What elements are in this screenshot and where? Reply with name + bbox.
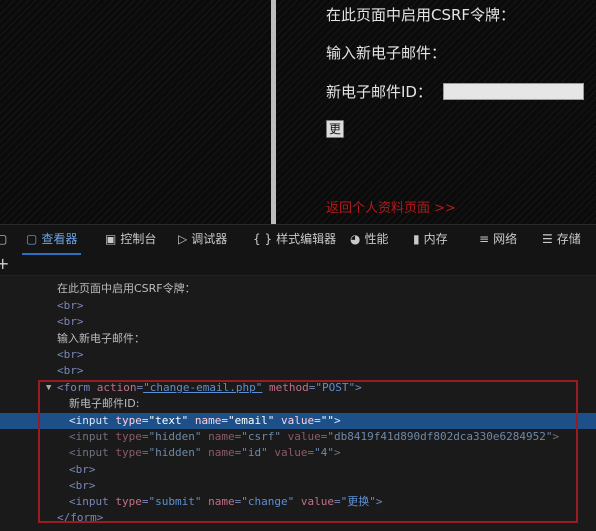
br-tag: <br> <box>57 315 84 328</box>
input-tag: <input type="text" name="email" value=""… <box>69 414 341 427</box>
input-tag: <input type="hidden" name="csrf" value="… <box>69 430 560 443</box>
tab-label: 控制台 <box>120 232 157 246</box>
input-tag: <input type="hidden" name="id" value="4"… <box>69 446 341 459</box>
input-tag: <input type="submit" name="change" value… <box>69 495 383 508</box>
expand-twisty-icon[interactable]: ▼ <box>46 380 51 396</box>
email-id-label: 新电子邮件ID： <box>326 83 432 101</box>
input-email-line[interactable]: <input type="text" name="email" value=""… <box>0 413 596 429</box>
tab-label: 性能 <box>364 232 389 246</box>
markup-line[interactable]: <br> <box>0 347 596 363</box>
network-icon: ≡ <box>479 232 490 246</box>
markup-line[interactable]: <br> <box>0 462 596 478</box>
markup-line[interactable]: 新电子邮件ID: <box>0 396 596 412</box>
page-divider <box>271 0 276 224</box>
tab-memory[interactable]: ▮ 内存 <box>413 225 448 255</box>
tab-storage[interactable]: ☰ 存储 <box>542 225 581 255</box>
tab-performance[interactable]: ◕ 性能 <box>350 225 389 255</box>
br-tag: <br> <box>69 479 96 492</box>
text-node: 新电子邮件ID: <box>69 397 140 410</box>
performance-icon: ◕ <box>350 232 361 246</box>
partial-icon: ▢ <box>0 232 8 246</box>
tab-inspector[interactable]: ▢ 查看器 <box>21 225 82 255</box>
input-submit-line[interactable]: <input type="submit" name="change" value… <box>0 494 596 510</box>
style-editor-icon: { } <box>253 232 273 246</box>
tab-label: 网络 <box>493 232 518 246</box>
markup-line[interactable]: 在此页面中启用CSRF令牌： <box>0 281 596 297</box>
add-node-icon[interactable]: + <box>0 255 9 273</box>
tab-label: 样式编辑器 <box>276 232 337 246</box>
form-tag: <form action="change-email.php" method="… <box>57 381 362 394</box>
markup-line[interactable]: <br> <box>0 298 596 314</box>
markup-line[interactable]: <br> <box>0 478 596 494</box>
devtools-toolbar: ▢ ▢ 查看器 ▣ 控制台 ▷ 调试器 { } 样式编辑器 ◕ 性能 ▮ 内存 ≡ 网络 ☰ 存… <box>0 224 596 256</box>
br-tag: <br> <box>57 348 84 361</box>
br-tag: <br> <box>57 299 84 312</box>
storage-icon: ☰ <box>542 232 553 246</box>
tab-label: 内存 <box>423 232 448 246</box>
tab-partial[interactable]: ▢ <box>0 225 7 255</box>
tab-label: 调试器 <box>191 232 228 246</box>
markup-line[interactable]: <br> <box>0 314 596 330</box>
back-to-profile-link[interactable]: 返回个人资料页面 >> <box>326 197 456 216</box>
tab-console[interactable]: ▣ 控制台 <box>105 225 156 255</box>
form-open-line[interactable]: ▼ <form action="change-email.php" method… <box>0 380 596 396</box>
tab-debugger[interactable]: ▷ 调试器 <box>178 225 227 255</box>
form-close-tag: </form> <box>57 511 104 524</box>
tab-label: 查看器 <box>41 232 78 246</box>
debugger-icon: ▷ <box>178 232 188 246</box>
markup-pane: 在此页面中启用CSRF令牌： <br> <br> 输入新电子邮件： <br> <… <box>0 276 596 531</box>
br-tag: <br> <box>57 364 84 377</box>
input-id-line[interactable]: <input type="hidden" name="id" value="4"… <box>0 445 596 461</box>
csrf-heading: 在此页面中启用CSRF令牌： <box>326 6 516 24</box>
input-csrf-line[interactable]: <input type="hidden" name="csrf" value="… <box>0 429 596 445</box>
change-button[interactable]: 更换 <box>326 120 345 152</box>
email-input[interactable] <box>443 83 584 100</box>
console-icon: ▣ <box>105 232 117 246</box>
tab-style-editor[interactable]: { } 样式编辑器 <box>253 225 336 255</box>
devtools-subbar: + <box>0 255 596 276</box>
memory-icon: ▮ <box>413 232 420 246</box>
page-viewport: 在此页面中启用CSRF令牌： 输入新电子邮件： 新电子邮件ID： 更换 返回个人… <box>0 0 596 224</box>
form-close-line[interactable]: </form> <box>0 510 596 526</box>
inspector-icon: ▢ <box>26 232 38 246</box>
text-node: 在此页面中启用CSRF令牌： <box>57 282 196 295</box>
text-node: 输入新电子邮件： <box>57 332 145 345</box>
new-email-heading: 输入新电子邮件： <box>326 44 447 62</box>
tab-network[interactable]: ≡ 网络 <box>479 225 517 255</box>
markup-line[interactable]: 输入新电子邮件： <box>0 331 596 347</box>
markup-line[interactable]: <br> <box>0 363 596 379</box>
tab-label: 存储 <box>556 232 581 246</box>
br-tag: <br> <box>69 463 96 476</box>
